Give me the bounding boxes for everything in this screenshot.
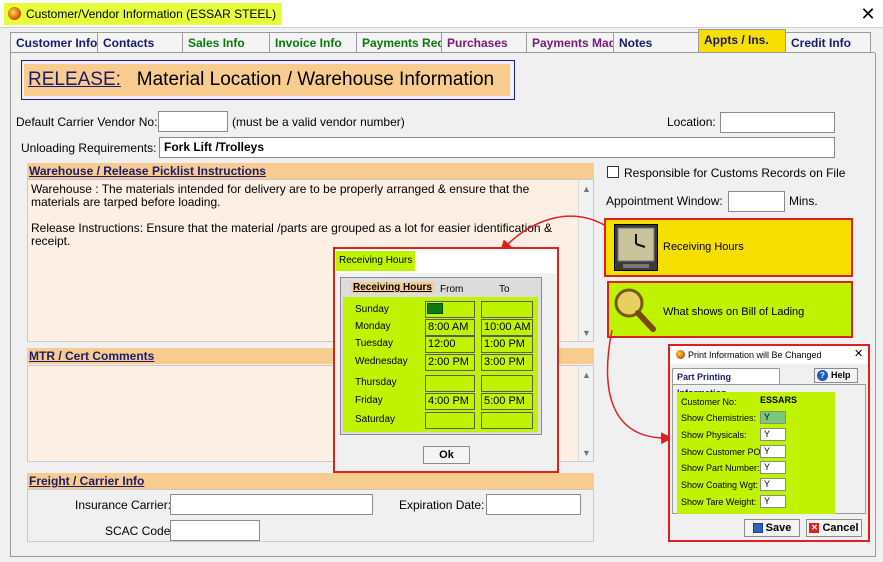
from-time[interactable] [425,375,475,392]
save-icon [752,523,763,534]
receiving-dialog-title: Receiving Hours [336,251,416,271]
help-button[interactable]: ? Help [814,368,858,383]
print-info-dialog: Print Information will Be Changed ✕ Part… [668,344,870,542]
setting-select[interactable]: Y [760,461,786,474]
day-label: Tuesday [355,338,393,349]
to-time[interactable] [481,301,533,318]
help-label: Help [831,370,851,380]
setting-label: Show Physicals: [681,430,747,440]
day-label: Saturday [355,414,396,425]
day-label: Friday [355,395,383,406]
customer-no-label: Customer No: [681,397,737,407]
setting-label: Show Part Number: [681,463,760,473]
hours-col-to: To [499,284,510,295]
setting-label: Show Customer PO: [681,447,764,457]
from-time[interactable]: 2:00 PM [425,354,475,371]
to-time[interactable] [481,375,533,392]
day-label: Wednesday [355,356,408,367]
cancel-icon: ✕ [809,523,820,534]
app-icon [676,350,685,359]
to-time[interactable]: 3:00 PM [481,354,533,371]
save-button[interactable]: Save [744,519,800,537]
day-label: Monday [355,321,391,332]
setting-select[interactable]: Y [760,445,786,458]
hours-col-title: Receiving Hours [351,282,434,293]
help-icon: ? [817,370,828,381]
cancel-button[interactable]: ✕ Cancel [806,519,862,537]
receiving-hours-dialog: Receiving Hours Receiving Hours From To … [333,247,559,473]
arrow-bill [606,329,673,445]
from-time[interactable]: 12:00 PM [425,336,475,365]
close-icon[interactable]: ✕ [854,347,863,360]
setting-select[interactable]: Y [760,495,786,508]
from-time[interactable]: 4:00 PM [425,393,475,410]
save-label: Save [765,522,792,534]
print-dialog-title: Print Information will Be Changed [688,350,822,360]
arrow-receiving [499,215,607,253]
to-time[interactable]: 5:00 PM [481,393,533,410]
hours-col-from: From [440,284,464,295]
cancel-label: Cancel [822,522,859,534]
setting-select[interactable]: Y [760,428,786,441]
from-time[interactable] [425,412,475,429]
setting-label: Show Chemistries: [681,413,757,423]
to-time[interactable] [481,412,533,429]
from-time[interactable]: 8:00 AM [425,319,475,336]
setting-label: Show Tare Weight: [681,497,757,507]
day-label: Thursday [355,377,397,388]
customer-no-value: ESSARS [760,395,798,405]
setting-select[interactable]: Y [760,411,786,424]
to-time[interactable]: 1:00 PM [481,336,533,353]
tab-part-printing[interactable]: Part Printing Information [672,368,780,398]
day-label: Sunday [355,304,389,315]
time-cursor [427,303,443,314]
setting-label: Show Coating Wgt: [681,480,759,490]
setting-select[interactable]: Y [760,478,786,491]
to-time[interactable]: 10:00 AM [481,319,533,336]
ok-button[interactable]: Ok [423,446,470,464]
